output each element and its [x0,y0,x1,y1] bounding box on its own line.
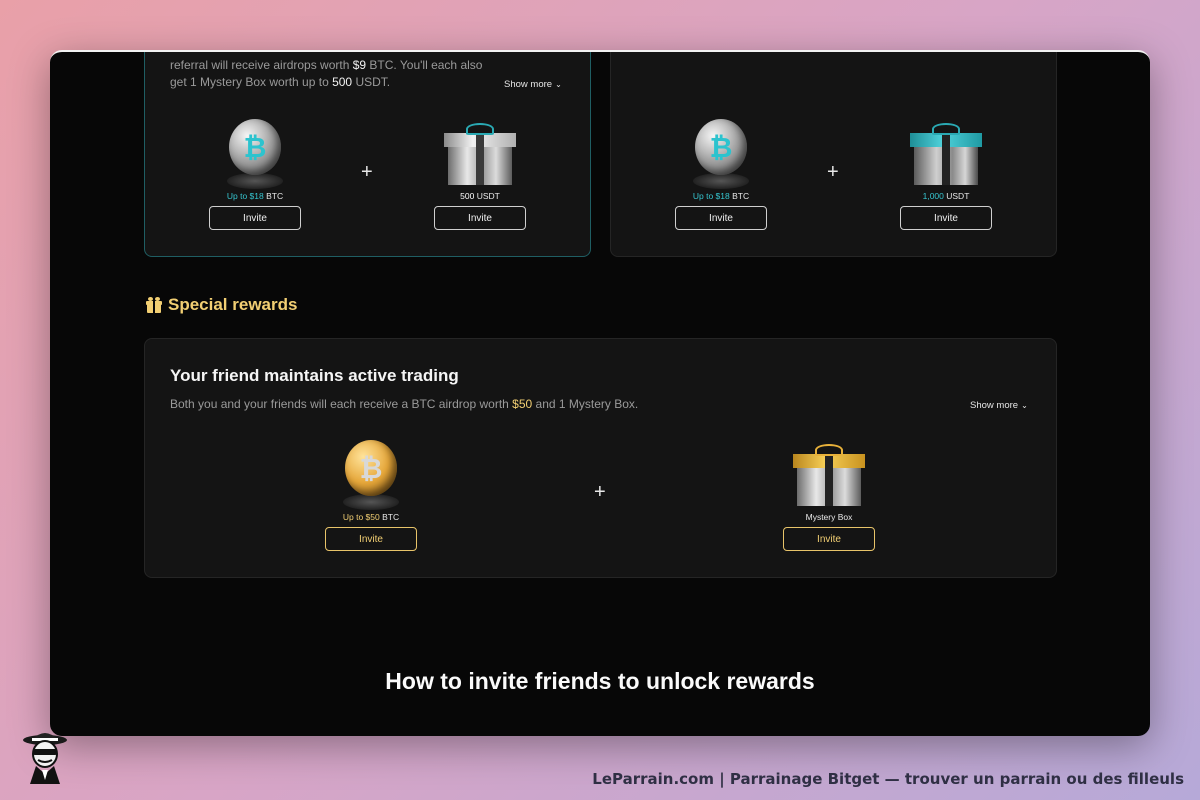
gift-art [430,119,530,189]
bitcoin-coin-icon: ₿ [345,440,397,496]
gift-box-icon [910,123,982,185]
reward-unit: USDT [474,191,500,201]
invite-button[interactable]: Invite [900,206,992,230]
invite-button[interactable]: Invite [325,527,417,551]
reward-amount: Up to $18 [226,191,264,201]
invite-button[interactable]: Invite [209,206,301,230]
bitcoin-coin-icon: ₿ [695,119,747,175]
reward-unit: BTC [263,191,284,201]
bitcoin-coin-icon: ₿ [229,119,281,175]
mystery-box-reward: 500 USDT Invite [415,119,545,230]
chevron-down-icon: ⌄ [555,80,562,89]
gift-art [779,440,879,510]
btc-coin-art: ₿ [205,119,305,189]
gift-box-icon [444,123,516,185]
plus-sign: + [361,161,373,183]
reward-unit: BTC [379,512,400,522]
special-rewards-heading: Special rewards [146,295,297,315]
coin-base [693,173,749,189]
reward-unit: USDT [943,191,970,201]
reward-caption: 500 USDT [415,191,545,203]
footer-caption: LeParrain.com | Parrainage Bitget — trou… [592,770,1184,788]
desc-text: referral will receive airdrops worth [170,58,353,72]
gift-art [896,119,996,189]
desc-amount: 500 [332,75,353,89]
referral-card-left: referral will receive airdrops worth $9 … [144,52,591,257]
btc-reward: ₿ Up to $18 BTC Invite [190,119,320,230]
special-reward-card: Your friend maintains active trading Bot… [144,338,1057,578]
special-description: Both you and your friends will each rece… [170,396,870,413]
desc-text: and 1 Mystery Box. [532,397,639,411]
show-more-button[interactable]: Show more ⌄ [504,79,562,90]
btc-coin-art: ₿ [671,119,771,189]
show-more-button[interactable]: Show more ⌄ [970,400,1028,411]
referral-card-right: ₿ Up to $18 BTC Invite + 1,000 USDT Invi… [610,52,1057,257]
plus-sign: + [594,481,606,503]
desc-text: Both you and your friends will each rece… [170,397,513,411]
how-to-invite-heading: How to invite friends to unlock rewards [385,668,815,694]
gift-icon [146,297,162,313]
reward-caption: 1,000 USDT [881,191,1011,203]
chevron-down-icon: ⌄ [1021,401,1028,410]
mascot-logo-icon [23,733,67,784]
plus-sign: + [827,161,839,183]
card-title: Your friend maintains active trading [170,366,459,385]
btc-coin-art: ₿ [321,440,421,510]
reward-caption: Mystery Box [805,512,853,522]
coin-base [343,494,399,510]
browser-window: referral will receive airdrops worth $9 … [50,50,1150,736]
desc-text: USDT. [352,75,391,89]
section-title-text: Special rewards [168,295,298,314]
invite-button[interactable]: Invite [783,527,875,551]
reward-amount: 500 [460,191,475,201]
reward-unit: BTC [729,191,750,201]
invite-button[interactable]: Invite [434,206,526,230]
btc-reward: ₿ Up to $18 BTC Invite [656,119,786,230]
show-more-label: Show more [504,79,553,90]
invite-button[interactable]: Invite [675,206,767,230]
reward-amount: 1,000 [922,191,944,201]
reward-caption: Up to $18 BTC [656,191,786,203]
desc-amount: $50 [512,397,533,411]
reward-caption: Up to $18 BTC [190,191,320,203]
referral-description: referral will receive airdrops worth $9 … [170,57,500,91]
coin-base [227,173,283,189]
mystery-box-reward: Mystery Box Invite [764,440,894,551]
desc-amount: $9 [352,58,367,72]
show-more-label: Show more [970,400,1019,411]
reward-amount: Up to $50 [342,512,380,522]
btc-reward: ₿ Up to $50 BTC Invite [306,440,436,551]
gift-box-icon [793,444,865,506]
reward-amount: Up to $18 [692,191,730,201]
mystery-box-reward: 1,000 USDT Invite [881,119,1011,230]
desc-text: BTC. You'll each also [366,58,483,72]
desc-text: get 1 Mystery Box worth up to [170,75,333,89]
reward-caption: Up to $50 BTC [306,512,436,524]
